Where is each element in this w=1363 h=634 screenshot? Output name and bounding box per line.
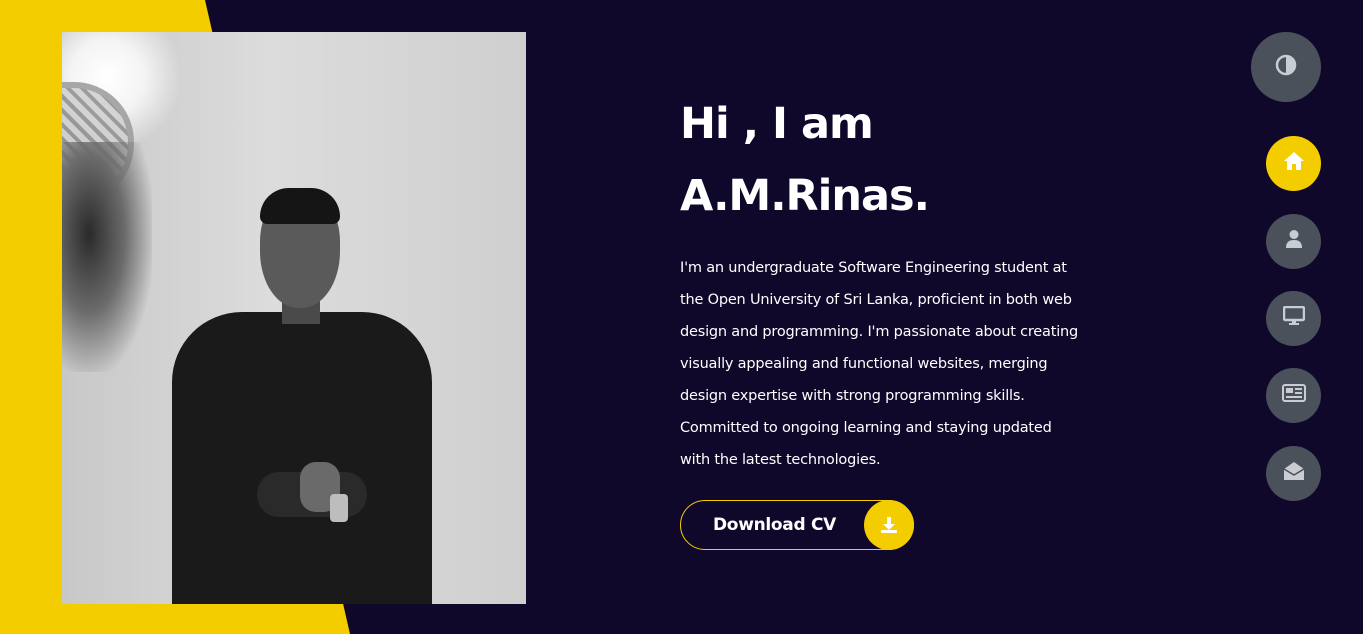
- nav-portfolio-button[interactable]: [1266, 291, 1321, 346]
- home-page: Hi , I am A.M.Rinas. I'm an undergraduat…: [0, 0, 1363, 634]
- home-icon: [1283, 151, 1305, 176]
- nav-contact-button[interactable]: [1266, 446, 1321, 501]
- hero-title: Hi , I am A.M.Rinas.: [680, 88, 1100, 232]
- nav-home-button[interactable]: [1266, 136, 1321, 191]
- hero-name: A.M.Rinas.: [680, 171, 930, 221]
- plant-decoration: [62, 142, 152, 372]
- contrast-icon: [1275, 54, 1297, 81]
- newspaper-icon: [1281, 384, 1306, 407]
- hero-description: I'm an undergraduate Software Engineerin…: [680, 260, 1079, 468]
- desktop-icon: [1282, 305, 1305, 331]
- profile-photo: [62, 32, 526, 604]
- hero-greeting: Hi , I am: [680, 99, 874, 149]
- theme-toggle-button[interactable]: [1251, 32, 1321, 102]
- download-cv-button[interactable]: Download CV: [680, 500, 914, 550]
- user-icon: [1285, 229, 1303, 254]
- person-hair: [260, 188, 340, 224]
- download-icon: [864, 500, 914, 550]
- download-cv-label: Download CV: [713, 515, 836, 535]
- person-watch: [330, 494, 348, 522]
- nav-about-button[interactable]: [1266, 214, 1321, 269]
- nav-blog-button[interactable]: [1266, 368, 1321, 423]
- envelope-open-icon: [1283, 461, 1305, 486]
- person-shirt: [172, 312, 432, 604]
